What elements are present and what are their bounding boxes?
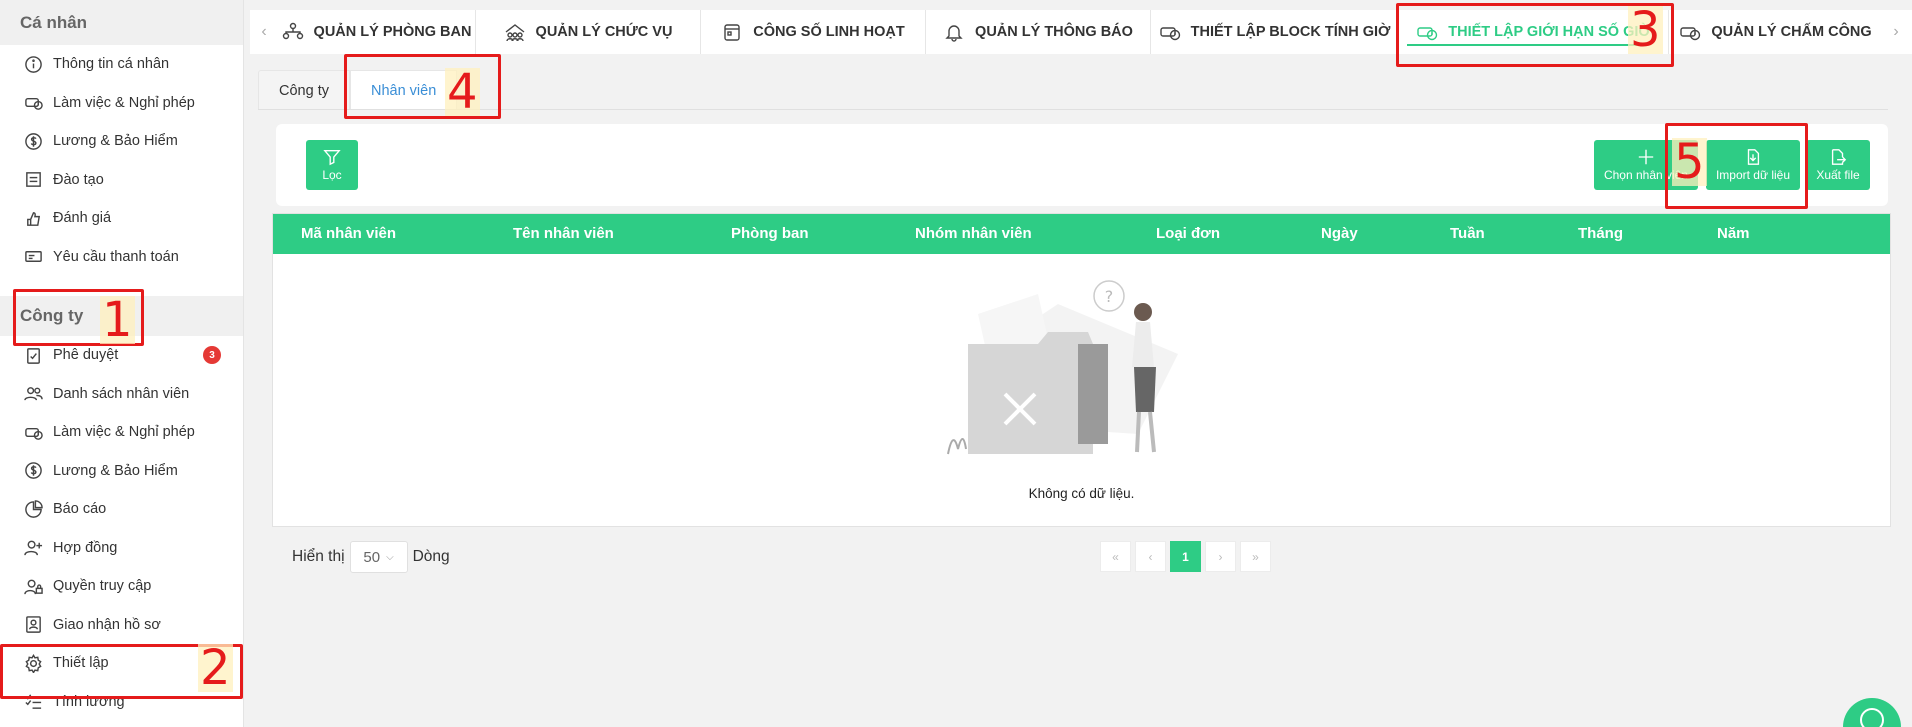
approval-count-badge: 3 xyxy=(203,346,221,364)
prev-page-button[interactable]: ‹ xyxy=(1135,541,1166,572)
sidebar-item-label: Làm việc & Nghỉ phép xyxy=(53,94,195,111)
sidebar-item-contracts[interactable]: Hợp đồng xyxy=(0,529,243,568)
approve-icon xyxy=(22,344,44,366)
sidebar-item-label: Quyền truy cập xyxy=(53,578,152,595)
toolbar-card: Lọc Chọn nhân viên Import dữ liệu Xuất f… xyxy=(276,124,1888,206)
profile-icon xyxy=(22,614,44,636)
annotation-number-5: 5 xyxy=(1672,134,1707,190)
sidebar-item-employee-list[interactable]: Danh sách nhân viên xyxy=(0,375,243,414)
page-size-select[interactable]: 50 ⌵ xyxy=(349,541,408,573)
payment-icon xyxy=(22,246,44,268)
column-header[interactable]: Năm xyxy=(1717,225,1750,242)
sidebar-item-rating[interactable]: Đánh giá xyxy=(0,199,243,238)
sidebar-item-payment-request[interactable]: Yêu cầu thanh toán xyxy=(0,238,243,277)
sidebar-item-label: Giao nhận hồ sơ xyxy=(53,616,161,633)
sidebar-item-label: Phê duyệt xyxy=(53,347,119,364)
dollar-icon xyxy=(22,130,44,152)
sidebar-item-training[interactable]: Đào tạo xyxy=(0,161,243,200)
help-button[interactable] xyxy=(1843,698,1901,727)
tab-flexible-workdays[interactable]: CÔNG SỐ LINH HOẠT xyxy=(701,10,926,54)
sidebar-item-label: Lương & Bảo Hiểm xyxy=(53,133,178,150)
column-header[interactable]: Nhóm nhân viên xyxy=(915,225,1032,242)
tab-department-management[interactable]: QUẢN LÝ PHÒNG BAN xyxy=(278,10,476,54)
tab-position-management[interactable]: QUẢN LÝ CHỨC VỤ xyxy=(476,10,701,54)
column-header[interactable]: Ngày xyxy=(1321,225,1358,242)
table-header: Mã nhân viên Tên nhân viên Phòng ban Nhó… xyxy=(273,214,1890,254)
first-page-button[interactable]: « xyxy=(1100,541,1131,572)
section-header-personal: Cá nhân xyxy=(0,0,243,45)
tabs-scroll-left-icon[interactable]: ‹ xyxy=(250,10,278,54)
car-clock-icon xyxy=(1679,22,1701,42)
sidebar-item-label: Hợp đồng xyxy=(53,539,118,556)
annotation-number-1: 1 xyxy=(100,292,135,348)
export-file-button[interactable]: Xuất file xyxy=(1806,140,1870,190)
page-size-control: Hiển thị 50 ⌵ Dòng xyxy=(292,541,450,573)
tab-notification-management[interactable]: QUẢN LÝ THÔNG BÁO xyxy=(926,10,1151,54)
sidebar-item-document-handover[interactable]: Giao nhận hồ sơ xyxy=(0,606,243,645)
column-header[interactable]: Loại đơn xyxy=(1156,225,1220,242)
filter-button[interactable]: Lọc xyxy=(306,140,358,190)
user-lock-icon xyxy=(22,575,44,597)
page-button-current[interactable]: 1 xyxy=(1170,541,1201,572)
car-clock-icon xyxy=(22,421,44,443)
data-table: Mã nhân viên Tên nhân viên Phòng ban Nhó… xyxy=(272,213,1891,527)
sidebar-item-label: Đánh giá xyxy=(53,210,112,227)
column-header[interactable]: Mã nhân viên xyxy=(301,225,396,242)
tab-attendance-management[interactable]: QUẢN LÝ CHẤM CÔNG xyxy=(1669,10,1882,54)
rows-label: Dòng xyxy=(412,548,450,565)
bell-icon xyxy=(943,22,965,42)
sidebar-item-access-rights[interactable]: Quyền truy cập xyxy=(0,567,243,606)
chevron-down-icon: ⌵ xyxy=(386,551,394,563)
help-icon xyxy=(1860,708,1884,727)
plus-icon xyxy=(1638,149,1654,165)
users-icon xyxy=(22,383,44,405)
car-clock-icon xyxy=(1159,22,1181,42)
pagination: « ‹ 1 › » xyxy=(1100,541,1275,572)
show-label: Hiển thị xyxy=(292,548,345,565)
sidebar-item-reports[interactable]: Báo cáo xyxy=(0,490,243,529)
user-plus-icon xyxy=(22,537,44,559)
dollar-icon xyxy=(22,460,44,482)
svg-text:?: ? xyxy=(1105,287,1114,306)
sidebar-item-salary-insurance[interactable]: Lương & Bảo Hiểm xyxy=(0,122,243,161)
annotation-number-2: 2 xyxy=(198,640,233,696)
calendar-icon xyxy=(721,22,743,42)
sidebar-item-label: Danh sách nhân viên xyxy=(53,385,190,402)
sidebar-item-label: Báo cáo xyxy=(53,501,107,518)
column-header[interactable]: Phòng ban xyxy=(731,225,809,242)
last-page-button[interactable]: » xyxy=(1240,541,1271,572)
sidebar-item-label: Thông tin cá nhân xyxy=(53,56,170,73)
annotation-number-4: 4 xyxy=(445,64,480,120)
column-header[interactable]: Tuần xyxy=(1450,225,1485,242)
sidebar-item-label: Làm việc & Nghỉ phép xyxy=(53,424,195,441)
empty-state-text: Không có dữ liệu. xyxy=(1028,486,1135,501)
empty-state-illustration: ? xyxy=(947,280,1178,455)
sidebar-item-label: Yêu cầu thanh toán xyxy=(53,248,179,265)
pie-chart-icon xyxy=(22,498,44,520)
filter-icon xyxy=(323,150,341,166)
sidebar-item-personal-info[interactable]: Thông tin cá nhân xyxy=(0,45,243,84)
sidebar-item-company-salary[interactable]: Lương & Bảo Hiểm xyxy=(0,452,243,491)
sidebar: Cá nhân Thông tin cá nhân Làm việc & Ngh… xyxy=(0,0,244,727)
sidebar-item-label: Đào tạo xyxy=(53,171,104,188)
annotation-number-3: 3 xyxy=(1628,2,1663,58)
export-file-icon xyxy=(1831,149,1847,165)
next-page-button[interactable]: › xyxy=(1205,541,1236,572)
column-header[interactable]: Tên nhân viên xyxy=(513,225,614,242)
tabs-scroll-right-icon[interactable]: › xyxy=(1882,10,1910,54)
sidebar-item-label: Lương & Bảo Hiểm xyxy=(53,462,178,479)
rating-icon xyxy=(22,207,44,229)
position-icon xyxy=(504,22,526,42)
sidebar-item-work-leave[interactable]: Làm việc & Nghỉ phép xyxy=(0,84,243,123)
subtab-divider xyxy=(258,109,1888,110)
car-clock-icon xyxy=(22,92,44,114)
tab-time-block-setup[interactable]: THIẾT LẬP BLOCK TÍNH GIỜ xyxy=(1151,10,1399,54)
subtab-company[interactable]: Công ty xyxy=(258,70,350,110)
column-header[interactable]: Tháng xyxy=(1578,225,1623,242)
info-icon xyxy=(22,53,44,75)
department-icon xyxy=(282,22,304,42)
sidebar-item-company-work-leave[interactable]: Làm việc & Nghỉ phép xyxy=(0,413,243,452)
training-icon xyxy=(22,169,44,191)
